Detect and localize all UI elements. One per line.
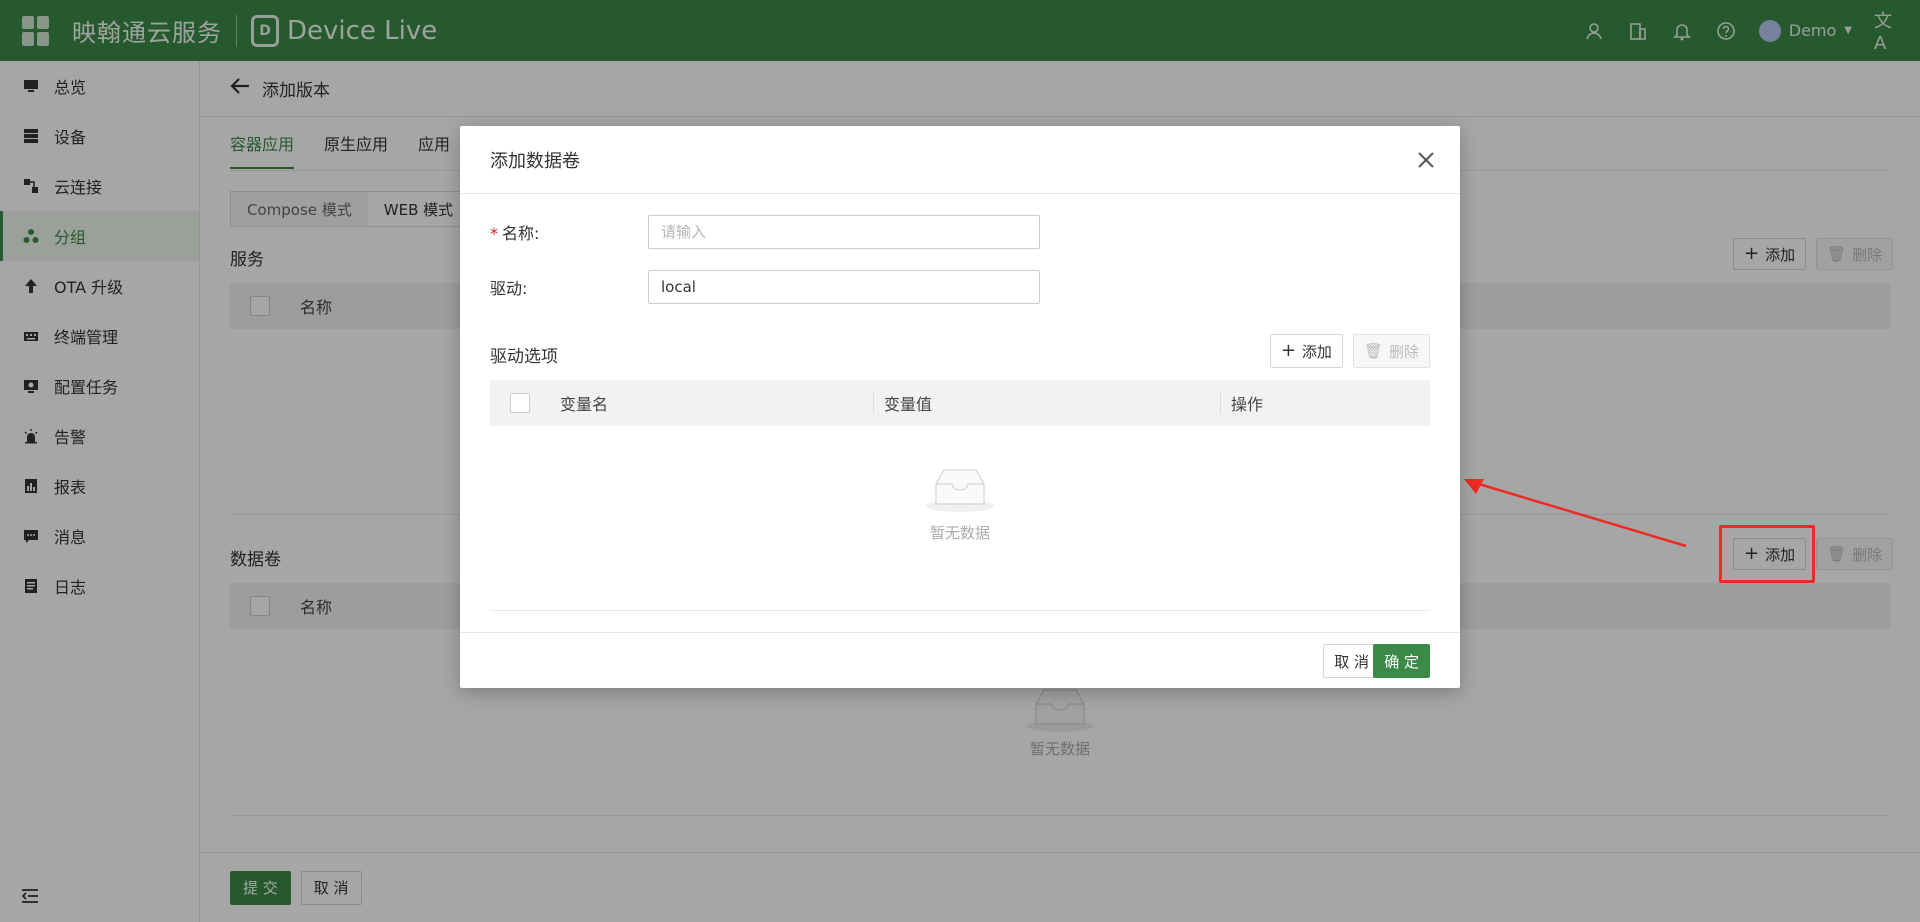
name-form-row: * 名称: xyxy=(490,215,1040,249)
driver-options-select-all-checkbox[interactable] xyxy=(510,393,530,413)
column-divider xyxy=(1220,392,1221,414)
driver-options-actions: + 添加 🗑 删除 xyxy=(1269,334,1430,368)
dialog-footer: 取 消 确 定 xyxy=(460,632,1460,688)
name-label: * 名称: xyxy=(490,220,648,244)
annotation-arrow xyxy=(1464,479,1687,548)
driver-options-table-bottom-line xyxy=(490,610,1430,611)
empty-box-icon xyxy=(926,469,994,512)
dialog-title: 添加数据卷 xyxy=(490,150,580,172)
dialog-header: 添加数据卷 xyxy=(460,126,1460,194)
driver-option-delete-button[interactable]: 🗑 删除 xyxy=(1352,334,1430,368)
driver-label: 驱动: xyxy=(490,279,528,298)
button-label: 添加 xyxy=(1301,342,1332,361)
close-icon[interactable] xyxy=(1414,148,1438,172)
driver-options-table-header: 变量名 变量值 操作 xyxy=(490,380,1430,426)
column-divider xyxy=(873,392,874,414)
add-volume-dialog: 添加数据卷 *名称: 驱动: 驱动选项 + 添加 🗑 删除 变量名 变量值 操作 暂… xyxy=(460,126,1460,688)
name-label-text: 名称: xyxy=(502,224,540,243)
required-marker: * xyxy=(490,224,498,243)
plus-icon: + xyxy=(1280,340,1296,361)
driver-input[interactable] xyxy=(648,270,1040,304)
dialog-confirm-button[interactable]: 确 定 xyxy=(1373,644,1430,678)
column-header-action: 操作 xyxy=(1231,395,1264,414)
annotation-highlight-box xyxy=(1719,525,1815,583)
column-header-var-value: 变量值 xyxy=(884,395,933,414)
dialog-cancel-button[interactable]: 取 消 xyxy=(1323,644,1380,678)
driver-form-row: 驱动: xyxy=(490,270,1040,304)
trash-icon: 🗑 xyxy=(1363,342,1383,360)
empty-text: 暂无数据 xyxy=(929,524,990,542)
driver-options-empty-state: 暂无数据 xyxy=(490,466,1430,543)
volume-name-input[interactable] xyxy=(648,215,1040,249)
driver-options-title: 驱动选项 xyxy=(490,347,558,367)
driver-option-add-button[interactable]: + 添加 xyxy=(1269,334,1343,368)
column-header-var-name: 变量名 xyxy=(560,395,609,414)
button-label: 删除 xyxy=(1388,342,1419,361)
